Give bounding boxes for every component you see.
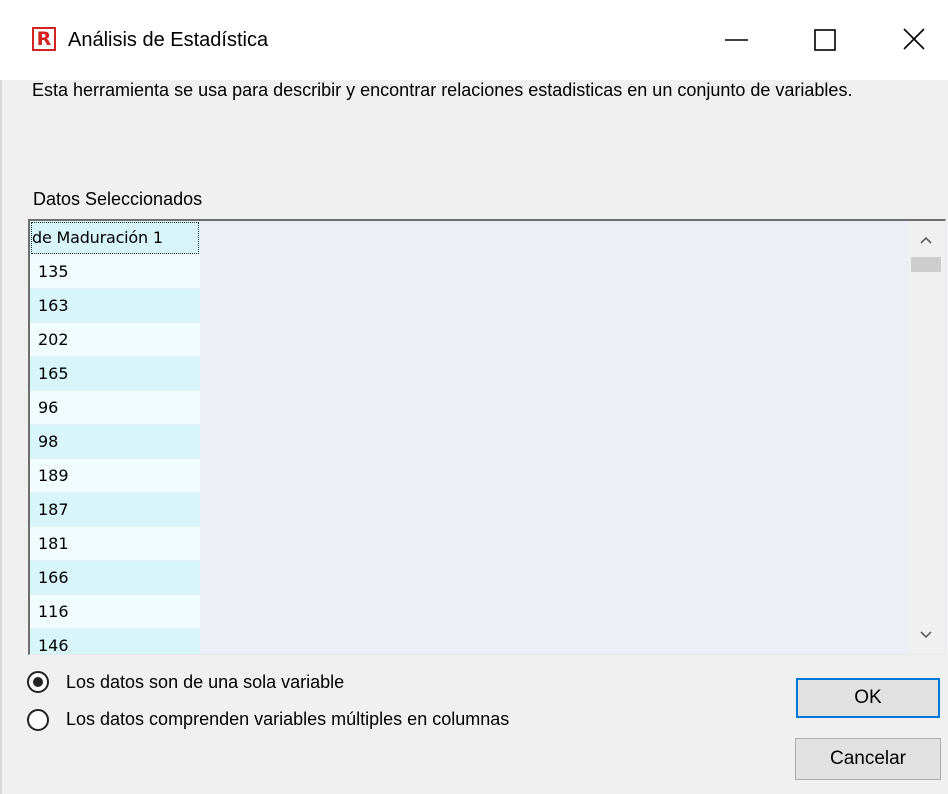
close-icon bbox=[903, 28, 925, 50]
title-bar: R Análisis de Estadística bbox=[0, 0, 948, 80]
ok-button[interactable]: OK bbox=[796, 678, 940, 718]
minimize-button[interactable] bbox=[712, 20, 764, 60]
radio-ring bbox=[27, 709, 49, 731]
window-title: Análisis de Estadística bbox=[68, 29, 269, 51]
data-cell[interactable]: 146 bbox=[30, 629, 200, 654]
vertical-scrollbar[interactable] bbox=[908, 221, 944, 654]
data-cell[interactable]: 202 bbox=[30, 323, 200, 357]
cancel-button[interactable]: Cancelar bbox=[795, 738, 941, 780]
maximize-button[interactable] bbox=[798, 20, 850, 60]
data-cell[interactable]: 98 bbox=[30, 425, 200, 459]
data-cell[interactable]: 135 bbox=[30, 255, 200, 289]
radio-selected-dot bbox=[33, 677, 43, 687]
column-header-cell[interactable]: de Maduración 1 bbox=[30, 221, 200, 255]
data-cell[interactable]: 116 bbox=[30, 595, 200, 629]
multiple-variables-label[interactable]: Los datos comprenden variables múltiples… bbox=[66, 707, 509, 731]
data-cell[interactable]: 181 bbox=[30, 527, 200, 561]
description-text: Esta herramienta se usa para describir y… bbox=[32, 80, 853, 100]
single-variable-label[interactable]: Los datos son de una sola variable bbox=[66, 670, 344, 694]
scroll-down-arrow-icon[interactable] bbox=[916, 625, 936, 645]
data-cell[interactable]: 96 bbox=[30, 391, 200, 425]
data-cell[interactable]: 163 bbox=[30, 289, 200, 323]
data-cell[interactable]: 187 bbox=[30, 493, 200, 527]
selected-data-label: Datos Seleccionados bbox=[33, 189, 203, 209]
scroll-up-arrow-icon[interactable] bbox=[916, 230, 936, 250]
multiple-variables-radio[interactable] bbox=[27, 709, 49, 731]
close-button[interactable] bbox=[884, 20, 936, 60]
data-cell[interactable]: 165 bbox=[30, 357, 200, 391]
data-column: de Maduración 1 135 163 202 165 96 98 18… bbox=[30, 221, 200, 654]
data-cell[interactable]: 166 bbox=[30, 561, 200, 595]
maximize-icon bbox=[814, 29, 836, 51]
selected-data-grid[interactable]: de Maduración 1 135 163 202 165 96 98 18… bbox=[28, 219, 946, 655]
minimize-icon bbox=[725, 39, 748, 41]
data-cell[interactable]: 189 bbox=[30, 459, 200, 493]
app-r-icon: R bbox=[32, 27, 56, 51]
window-left-border bbox=[0, 80, 2, 794]
single-variable-radio[interactable] bbox=[27, 671, 49, 693]
scrollbar-thumb[interactable] bbox=[911, 257, 941, 272]
